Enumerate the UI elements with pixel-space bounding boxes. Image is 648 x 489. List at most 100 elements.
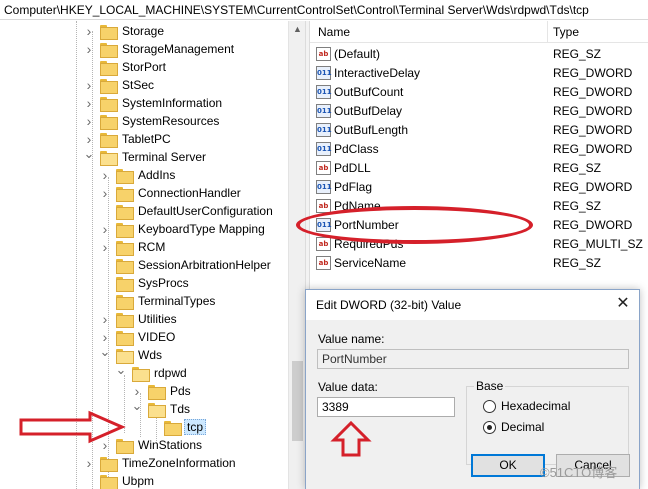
tree-item[interactable]: › Utilities [100, 310, 179, 328]
tree-item-label: DefaultUserConfiguration [138, 204, 273, 218]
dword-value-icon: 011 [316, 123, 332, 137]
tree-item[interactable]: › StSec [84, 76, 156, 94]
hexadecimal-radio[interactable]: Hexadecimal [483, 399, 570, 413]
column-divider[interactable] [547, 21, 548, 43]
tree-item[interactable]: ⌄ Wds [100, 343, 164, 364]
value-type: REG_DWORD [553, 66, 633, 80]
tree-item-label: WinStations [138, 438, 203, 452]
dword-value-icon: 011 [316, 85, 332, 99]
folder-icon [116, 276, 134, 292]
tree-item-label: AddIns [138, 168, 176, 182]
tree-item[interactable]: Ubpm [84, 472, 156, 489]
folder-icon [148, 384, 166, 400]
chevron-down-icon[interactable]: ⌄ [116, 361, 127, 379]
tree-item-label: Pds [170, 384, 191, 398]
folder-icon [100, 60, 118, 76]
column-header-type[interactable]: Type [553, 25, 579, 39]
tree-item[interactable]: TerminalTypes [100, 292, 217, 310]
column-header-name[interactable]: Name [318, 25, 350, 39]
tree-scrollbar[interactable]: ▲ [288, 21, 305, 489]
tree-item[interactable]: StorPort [84, 58, 168, 76]
value-name: PdFlag [334, 180, 373, 194]
tree-item[interactable]: SessionArbitrationHelper [100, 256, 273, 274]
chevron-right-icon[interactable]: › [100, 220, 110, 238]
tree-item[interactable]: tcp [148, 418, 207, 436]
chevron-right-icon[interactable]: › [84, 94, 94, 112]
tree-item[interactable]: › RCM [100, 238, 167, 256]
chevron-down-icon[interactable]: ⌄ [84, 145, 95, 163]
chevron-right-icon[interactable]: › [84, 76, 94, 94]
folder-icon [148, 402, 166, 418]
value-type: REG_DWORD [553, 85, 633, 99]
tree-item-label: StSec [122, 78, 155, 92]
tree-item[interactable]: › TimeZoneInformation [84, 454, 238, 472]
tree-item[interactable]: › VIDEO [100, 328, 177, 346]
tree-item[interactable]: › Storage [84, 22, 166, 40]
folder-icon [100, 150, 118, 166]
chevron-right-icon[interactable]: › [100, 184, 110, 202]
value-row[interactable]: ab (Default) REG_SZ [310, 45, 648, 64]
tree-item[interactable]: › ConnectionHandler [100, 184, 243, 202]
decimal-radio-button[interactable] [483, 420, 496, 434]
chevron-right-icon[interactable]: › [100, 310, 110, 328]
hexadecimal-radio-button[interactable] [483, 399, 496, 413]
tree-item-label: Terminal Server [122, 150, 207, 164]
value-row[interactable]: 011 PdClass REG_DWORD [310, 140, 648, 159]
value-row[interactable]: ab PdDLL REG_SZ [310, 159, 648, 178]
chevron-right-icon[interactable]: › [84, 454, 94, 472]
ok-button[interactable]: OK [471, 454, 545, 477]
value-row[interactable]: 011 OutBufLength REG_DWORD [310, 121, 648, 140]
tree-item[interactable]: ⌄ Tds [132, 397, 192, 418]
decimal-label: Decimal [501, 420, 545, 434]
scroll-up-icon[interactable]: ▲ [289, 21, 306, 38]
chevron-down-icon[interactable]: ⌄ [100, 343, 111, 361]
tree-item-label: ConnectionHandler [138, 186, 241, 200]
value-data-input[interactable]: 3389 [317, 397, 455, 417]
tree-item-label: StorPort [122, 60, 167, 74]
hexadecimal-label: Hexadecimal [501, 399, 571, 413]
scrollbar-thumb[interactable] [292, 361, 303, 441]
tree-item-label: tcp [184, 419, 207, 435]
dword-value-icon: 011 [316, 66, 332, 80]
value-row[interactable]: 011 PdFlag REG_DWORD [310, 178, 648, 197]
folder-icon [116, 258, 134, 274]
chevron-right-icon[interactable]: › [100, 238, 110, 256]
value-row[interactable]: ab ServiceName REG_SZ [310, 254, 648, 273]
tree-item-label: SystemInformation [122, 96, 223, 110]
value-name-field: PortNumber [317, 349, 629, 369]
chevron-right-icon[interactable]: › [100, 166, 110, 184]
chevron-right-icon[interactable]: › [84, 40, 94, 58]
tree-item[interactable]: SysProcs [100, 274, 191, 292]
chevron-right-icon[interactable]: › [84, 112, 94, 130]
value-row[interactable]: 011 OutBufCount REG_DWORD [310, 83, 648, 102]
tree-item[interactable]: › AddIns [100, 166, 177, 184]
folder-icon [100, 132, 118, 148]
tree-item[interactable]: ⌄ Terminal Server [84, 145, 208, 166]
decimal-radio[interactable]: Decimal [483, 420, 544, 434]
tree-item[interactable]: › SystemInformation [84, 94, 224, 112]
address-bar[interactable]: Computer\HKEY_LOCAL_MACHINE\SYSTEM\Curre… [0, 0, 648, 20]
value-type: REG_DWORD [553, 123, 633, 137]
tree-item[interactable]: › TabletPC [84, 130, 173, 148]
value-name: OutBufCount [334, 85, 404, 99]
tree-item[interactable]: › SystemResources [84, 112, 221, 130]
value-row[interactable]: 011 OutBufDelay REG_DWORD [310, 102, 648, 121]
highlight-ellipse [296, 206, 533, 244]
chevron-right-icon[interactable]: › [84, 22, 94, 40]
close-icon[interactable]: ✕ [611, 293, 635, 315]
tree-item[interactable]: DefaultUserConfiguration [100, 202, 275, 220]
tree-item[interactable]: › StorageManagement [84, 40, 236, 58]
value-row[interactable]: 011 InteractiveDelay REG_DWORD [310, 64, 648, 83]
string-value-icon: ab [316, 161, 331, 175]
value-type: REG_DWORD [553, 218, 633, 232]
tree-item[interactable]: ⌄ rdpwd [116, 361, 189, 382]
tree-item-label: StorageManagement [122, 42, 235, 56]
tree-item-label: SysProcs [138, 276, 189, 290]
value-type: REG_SZ [553, 256, 602, 270]
tree-item[interactable]: › KeyboardType Mapping [100, 220, 267, 238]
folder-icon [116, 240, 134, 256]
chevron-down-icon[interactable]: ⌄ [132, 397, 143, 415]
folder-icon [100, 24, 118, 40]
dword-value-icon: 011 [316, 180, 332, 194]
